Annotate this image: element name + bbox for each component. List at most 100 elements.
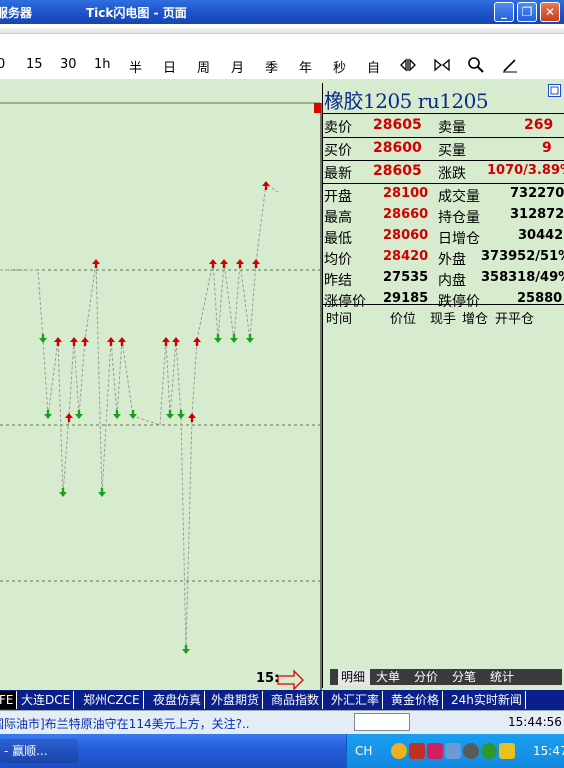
market-tab-night[interactable]: 夜盘仿真 <box>150 691 206 709</box>
tick-down-arrow-icon <box>113 410 121 419</box>
tick-down-arrow-icon <box>177 410 185 419</box>
daily-oi-change-value: 30442 <box>518 228 564 243</box>
detail-header-row: 时间 价位 现手 增仓 开平仓 <box>322 304 564 328</box>
volume-label: 成交量 <box>438 189 480 205</box>
tick-up-arrow-icon <box>81 337 89 346</box>
market-tab-gold[interactable]: 黄金价格 <box>388 691 444 709</box>
tab-details[interactable]: 明细 <box>338 669 370 685</box>
period-custom[interactable]: 自 <box>367 57 380 76</box>
market-tab-commodity-index[interactable]: 商品指数 <box>268 691 324 709</box>
period-30[interactable]: 30 <box>60 57 77 72</box>
bid-label: 买价 <box>324 143 352 159</box>
market-tab-news[interactable]: 24h实时新闻 <box>448 691 526 709</box>
tick-down-arrow-icon <box>59 488 67 497</box>
low-price: 28060 <box>383 228 429 243</box>
security-icon[interactable] <box>481 743 497 759</box>
period-season[interactable]: 季 <box>265 57 278 76</box>
average-price: 28420 <box>383 249 429 264</box>
tick-up-arrow-icon <box>107 337 115 346</box>
tick-down-arrow-icon <box>166 410 174 419</box>
close-button[interactable]: ✕ <box>540 2 560 22</box>
restore-button[interactable]: ❐ <box>517 2 537 22</box>
tab-price-distribution[interactable]: 分价 <box>414 669 438 685</box>
daily-oi-change-label: 日增仓 <box>438 231 480 247</box>
detail-tabs: 明细 大单 分价 分笔 统计 <box>330 669 562 685</box>
period-year[interactable]: 年 <box>299 57 312 76</box>
period-week[interactable]: 周 <box>197 57 210 76</box>
tab-statistics[interactable]: 统计 <box>490 669 514 685</box>
shield-icon[interactable] <box>499 743 515 759</box>
news-bar: 国际油市]布兰特原油守在114美元上方，关注?.. 15:44:56 <box>0 710 564 734</box>
market-tab-dce[interactable]: 大连DCE <box>18 691 75 709</box>
panel-toggle-icon[interactable] <box>548 84 561 97</box>
ime-indicator[interactable]: CH <box>355 744 372 758</box>
volume-value: 732270 <box>510 186 564 201</box>
tick-up-arrow-icon <box>172 337 180 346</box>
market-tab-czce[interactable]: 郑州CZCE <box>80 691 144 709</box>
tab-large-orders[interactable]: 大单 <box>376 669 400 685</box>
ask-volume: 269 <box>524 117 554 133</box>
detail-header-price: 价位 <box>390 312 417 327</box>
open-interest-value: 312872 <box>510 207 564 222</box>
split-vertical-icon[interactable] <box>433 56 451 74</box>
detail-header-open-close: 开平仓 <box>495 312 535 327</box>
news-input[interactable] <box>354 713 410 731</box>
tick-up-arrow-icon <box>70 337 78 346</box>
taskbar: - 赢顺... CH 15:47 <box>0 734 564 768</box>
minimize-button[interactable]: _ <box>494 2 514 22</box>
scroll-right-arrow-icon <box>277 669 304 690</box>
market-tab-bar: FE 大连DCE 郑州CZCE 夜盘仿真 外盘期货 商品指数 外汇汇率 黄金价格… <box>0 690 564 710</box>
ask-label: 卖价 <box>324 120 352 136</box>
period-toolbar: 0 15 30 1h 半 日 周 月 季 年 秒 自 <box>0 24 564 79</box>
market-tab-shfe[interactable]: FE <box>0 691 18 709</box>
tick-down-arrow-icon <box>214 334 222 343</box>
pen-icon[interactable] <box>501 56 519 74</box>
chart-app-icon[interactable] <box>409 743 425 759</box>
taskbar-clock: 15:47 <box>533 744 564 758</box>
period-half[interactable]: 半 <box>129 57 142 76</box>
news-ticker[interactable]: 国际油市]布兰特原油守在114美元上方，关注?.. <box>0 715 250 732</box>
tick-chart[interactable]: 15: <box>0 79 322 690</box>
network-icon[interactable] <box>445 743 461 759</box>
tick-down-arrow-icon <box>230 334 238 343</box>
tick-up-arrow-icon <box>236 259 244 268</box>
market-tab-foreign-futures[interactable]: 外盘期货 <box>208 691 264 709</box>
period-month[interactable]: 月 <box>231 57 244 76</box>
period-0[interactable]: 0 <box>0 57 5 72</box>
prev-settle-price: 27535 <box>383 270 429 285</box>
taskbar-app-button[interactable]: - 赢顺... <box>0 739 78 763</box>
tick-chart-canvas <box>0 102 322 690</box>
tick-down-arrow-icon <box>39 334 47 343</box>
tick-up-arrow-icon <box>118 337 126 346</box>
media-icon[interactable] <box>427 743 443 759</box>
last-row: 最新 28605 涨跌 1070/3.89% <box>322 160 564 184</box>
qq-icon[interactable] <box>391 743 407 759</box>
period-15[interactable]: 15 <box>26 57 43 72</box>
detail-header-volume: 现手 <box>430 312 457 327</box>
magnifier-icon[interactable] <box>467 56 485 74</box>
low-label: 最低 <box>324 231 352 247</box>
time-axis-label: 15: <box>256 671 280 686</box>
tick-up-arrow-icon <box>220 259 228 268</box>
tick-up-arrow-icon <box>188 413 196 422</box>
change-label: 涨跌 <box>438 166 466 182</box>
system-tray: CH 15:47 <box>346 734 564 768</box>
tick-up-arrow-icon <box>193 337 201 346</box>
period-day[interactable]: 日 <box>163 57 176 76</box>
period-1h[interactable]: 1h <box>94 57 111 72</box>
open-price: 28100 <box>383 186 429 201</box>
tick-up-arrow-icon <box>54 337 62 346</box>
change-value: 1070/3.89% <box>487 163 564 178</box>
bid-row: 买价 28600 买量 9 <box>322 137 564 161</box>
ask-row: 卖价 28605 卖量 269 <box>322 114 564 138</box>
prev-settle-label: 昨结 <box>324 273 352 289</box>
split-horizontal-icon[interactable] <box>399 56 417 74</box>
detail-header-oi-change: 增仓 <box>462 312 489 327</box>
tab-trades[interactable]: 分笔 <box>452 669 476 685</box>
volume-icon[interactable] <box>463 743 479 759</box>
tick-down-arrow-icon <box>98 488 106 497</box>
tick-series <box>0 181 279 654</box>
tick-up-arrow-icon <box>65 413 73 422</box>
period-second[interactable]: 秒 <box>333 57 346 76</box>
market-tab-forex[interactable]: 外汇汇率 <box>328 691 384 709</box>
